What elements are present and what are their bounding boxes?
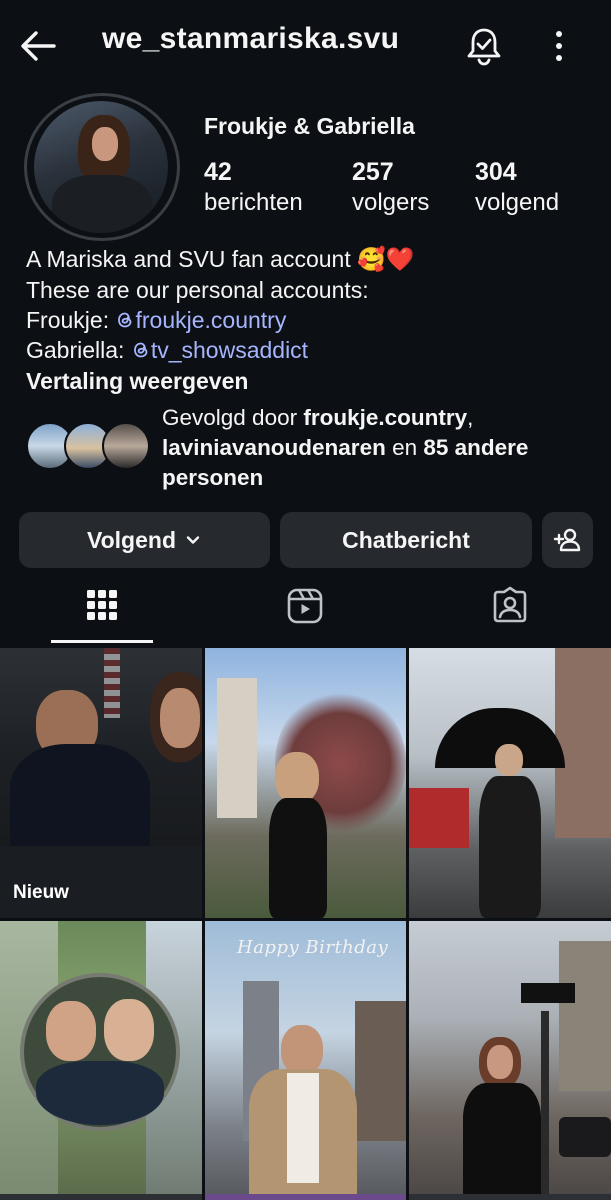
profile-username: we_stanmariska.svu [102,22,400,55]
bio-prefix: Gabriella: [26,337,131,363]
post-thumbnail[interactable] [409,648,611,918]
separator: , [467,405,474,430]
avatar [102,422,150,470]
followed-prefix: Gevolgd door [162,405,304,430]
stat-count: 42 [204,158,232,186]
back-arrow-icon[interactable] [18,26,58,66]
threads-link-gabriella[interactable]: tv_showsaddict [131,337,308,363]
grid-icon[interactable] [83,586,121,624]
reels-icon[interactable] [286,587,324,625]
bio-line: A Mariska and SVU fan account 🥰❤️ [26,246,415,272]
bio-line: Froukje: froukje.country [26,307,286,334]
bio-line: These are our personal accounts: [26,277,369,303]
add-user-button[interactable] [542,512,593,568]
threads-link-froukje[interactable]: froukje.country [115,307,286,333]
stat-posts[interactable]: 42 berichten [204,158,303,217]
stat-label: volgers [352,189,430,216]
following-label: Volgend [86,526,176,553]
message-button[interactable]: Chatbericht [280,512,532,568]
stat-count: 304 [475,158,517,186]
translate-link[interactable]: Vertaling weergeven [26,368,248,395]
stat-followers[interactable]: 257 volgers [352,158,429,217]
add-user-icon [553,528,580,552]
posts-grid: Nieuw Happy Birthday [0,648,611,1200]
post-thumbnail[interactable]: Nieuw [0,648,202,918]
post-caption: Happy Birthday [237,937,389,958]
stat-following[interactable]: 304 volgend [475,158,559,217]
active-tab-indicator [51,640,153,643]
stat-count: 257 [352,158,394,186]
chevron-down-icon [186,536,200,544]
post-thumbnail[interactable] [205,648,406,918]
conjunction: en [385,435,424,460]
profile-tabs [0,578,611,644]
post-thumbnail[interactable] [205,1194,406,1200]
top-bar: we_stanmariska.svu [0,0,611,90]
post-thumbnail[interactable] [0,1194,202,1200]
threads-icon [133,342,148,358]
stat-label: volgend [475,189,560,216]
mutual-followers-avatars[interactable] [26,422,150,472]
link-text: tv_showsaddict [150,337,309,363]
profile-avatar[interactable] [34,101,168,233]
post-thumbnail[interactable] [409,921,611,1200]
following-button[interactable]: Volgend [19,512,270,568]
more-vertical-icon[interactable] [543,26,575,66]
new-badge: Nieuw [13,882,69,903]
post-thumbnail[interactable] [0,921,202,1200]
post-thumbnail[interactable] [409,1194,611,1200]
message-label: Chatbericht [342,526,470,553]
post-thumbnail[interactable]: Happy Birthday [205,921,406,1200]
mutual-user: laviniavanoudenaren [162,435,386,460]
bio-line: Gabriella: tv_showsaddict [26,337,308,364]
tagged-icon[interactable] [490,586,530,626]
followed-by-text[interactable]: Gevolgd door froukje.country, laviniavan… [162,403,602,493]
bell-icon[interactable] [462,24,506,68]
stat-label: berichten [204,189,303,216]
threads-icon [118,312,132,328]
mutual-user: froukje.country [303,405,468,430]
bio-prefix: Froukje: [26,307,116,333]
link-text: froukje.country [135,307,287,333]
display-name: Froukje & Gabriella [204,113,415,139]
